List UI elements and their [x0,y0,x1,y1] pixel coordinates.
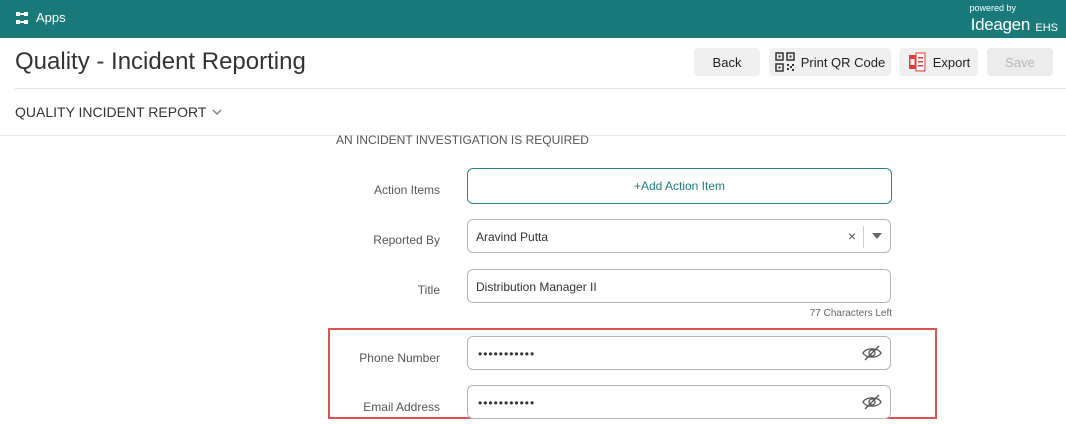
brand-suffix: EHS [1035,22,1058,34]
dropdown-caret-icon[interactable] [872,233,882,239]
email-address-input[interactable] [476,392,850,414]
header-divider [15,88,1066,89]
chevron-down-icon [212,109,222,115]
investigation-note: AN INCIDENT INVESTIGATION IS REQUIRED [336,133,589,147]
page-title: Quality - Incident Reporting [15,48,306,75]
print-qr-code-button[interactable]: Print QR Code [769,48,891,76]
save-button[interactable]: Save [987,48,1053,76]
select-divider [863,226,864,248]
action-items-label: Action Items [373,183,440,197]
section-title: QUALITY INCIDENT REPORT [15,104,207,120]
export-button[interactable]: Export [899,48,978,76]
section-header[interactable]: QUALITY INCIDENT REPORT [15,104,222,120]
apps-label: Apps [36,10,66,25]
apps-menu[interactable]: Apps [16,10,66,25]
reported-by-value: Aravind Putta [476,230,549,244]
back-button-label: Back [712,54,742,70]
title-label: Title [417,283,440,297]
clear-icon[interactable]: × [848,228,856,244]
pdf-icon [908,52,926,72]
phone-number-label: Phone Number [359,351,440,365]
brand-logo: powered by Ideagen EHS [960,2,1060,36]
export-label: Export [932,54,971,70]
eye-off-icon[interactable] [862,345,882,361]
phone-number-field[interactable] [467,336,891,370]
email-address-field[interactable] [467,385,891,419]
back-button[interactable]: Back [694,48,760,76]
title-value: Distribution Manager II [476,280,597,294]
powered-by-text: powered by [969,3,1016,13]
reported-by-label: Reported By [373,233,440,247]
phone-number-input[interactable] [476,343,850,365]
title-field[interactable]: Distribution Manager II [467,269,891,303]
eye-off-icon[interactable] [862,394,882,410]
print-qr-code-label: Print QR Code [800,54,886,70]
reported-by-select[interactable]: Aravind Putta × [467,219,891,253]
qr-code-icon [774,52,795,72]
top-bar: Apps powered by Ideagen EHS [0,0,1066,38]
brand-name: Ideagen [970,15,1031,34]
apps-grid-icon [16,11,28,24]
save-label: Save [1005,54,1035,70]
add-action-item-button[interactable]: +Add Action Item [467,168,892,204]
characters-left: 77 Characters Left [809,308,892,319]
email-address-label: Email Address [363,400,440,414]
